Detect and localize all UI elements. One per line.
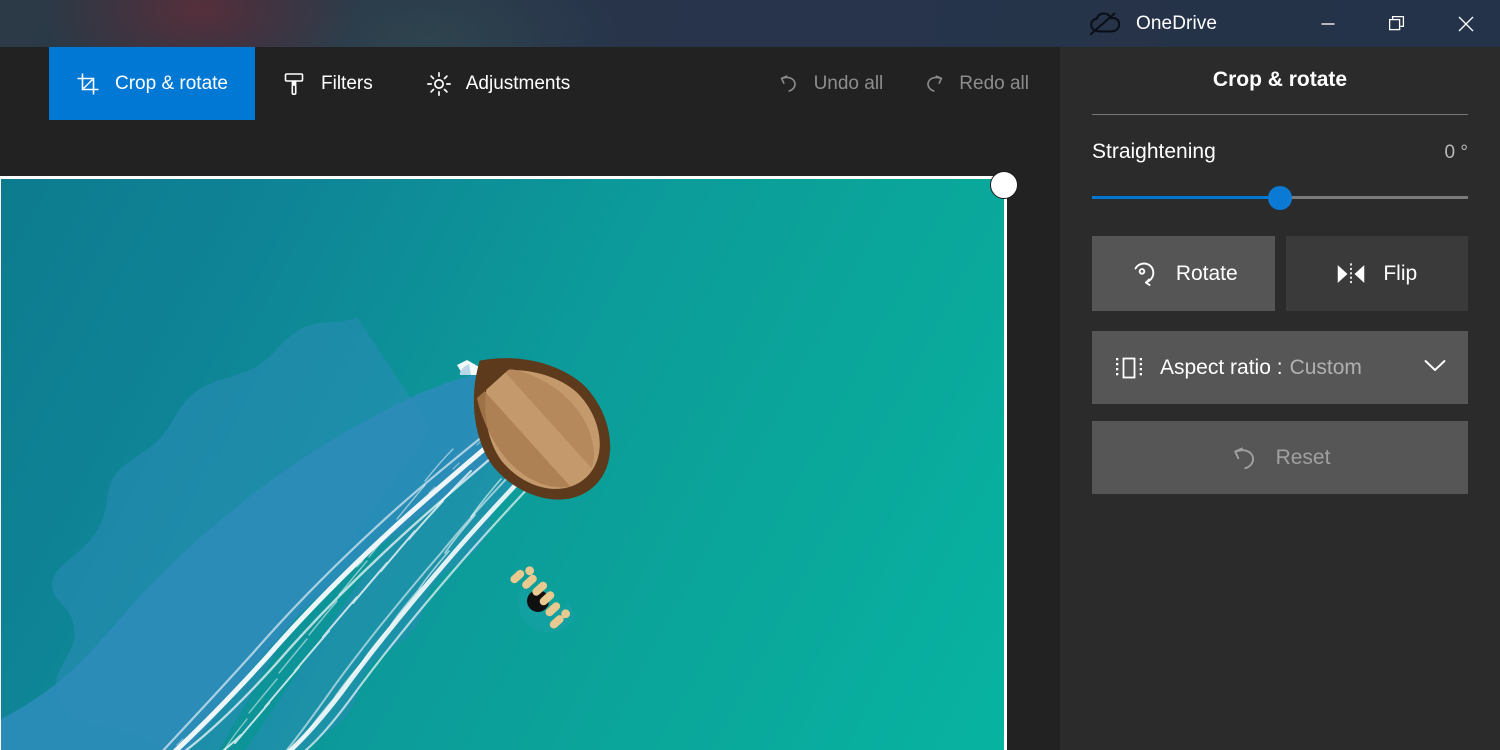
aspect-ratio-dropdown[interactable]: Aspect ratio : Custom xyxy=(1092,331,1468,404)
flip-button-label: Flip xyxy=(1383,262,1417,286)
straightening-row: Straightening 0 ° xyxy=(1092,140,1468,164)
crop-frame[interactable] xyxy=(0,176,1007,750)
tab-filters[interactable]: Filters xyxy=(255,47,400,120)
title-bar-drag-region[interactable] xyxy=(0,0,1500,47)
straightening-value: 0 ° xyxy=(1445,142,1468,164)
redo-all-label: Redo all xyxy=(959,73,1029,95)
title-bar: OneDrive xyxy=(0,0,1500,47)
tab-filters-label: Filters xyxy=(321,73,373,95)
onedrive-cloud-icon xyxy=(1089,12,1123,36)
rotate-button-label: Rotate xyxy=(1176,262,1238,286)
chevron-down-icon xyxy=(1424,358,1446,377)
minimize-icon[interactable] xyxy=(1293,0,1362,47)
app-identity: OneDrive xyxy=(1089,0,1217,47)
restore-icon[interactable] xyxy=(1362,0,1431,47)
aspect-ratio-icon xyxy=(1114,354,1144,382)
crop-handle-top-right[interactable] xyxy=(990,171,1018,199)
straightening-slider[interactable] xyxy=(1092,186,1468,210)
tab-crop-rotate[interactable]: Crop & rotate xyxy=(49,47,255,120)
app-title: OneDrive xyxy=(1136,13,1217,35)
window-controls xyxy=(1293,0,1500,47)
tab-adjustments-label: Adjustments xyxy=(466,73,571,95)
slider-fill xyxy=(1092,196,1280,199)
slider-thumb[interactable] xyxy=(1268,186,1292,210)
crop-icon xyxy=(76,72,100,96)
undo-all-button[interactable]: Undo all xyxy=(762,63,900,105)
rotate-icon xyxy=(1129,259,1159,289)
filters-brush-icon xyxy=(282,72,306,96)
rotate-button[interactable]: Rotate xyxy=(1092,236,1275,311)
redo-all-button[interactable]: Redo all xyxy=(907,63,1045,105)
straightening-label: Straightening xyxy=(1092,140,1216,164)
tab-crop-rotate-label: Crop & rotate xyxy=(115,73,228,95)
rotate-flip-row: Rotate Flip xyxy=(1092,236,1468,311)
aspect-ratio-value: Custom xyxy=(1290,356,1362,380)
undo-all-label: Undo all xyxy=(814,73,884,95)
reset-undo-icon xyxy=(1230,443,1260,473)
flip-button[interactable]: Flip xyxy=(1286,236,1469,311)
aspect-ratio-label: Aspect ratio : xyxy=(1160,356,1283,380)
redo-icon xyxy=(923,73,945,95)
flip-icon xyxy=(1336,259,1366,289)
history-actions: Undo all Redo all xyxy=(762,47,1045,120)
panel-title: Crop & rotate xyxy=(1092,68,1468,92)
reset-button-label: Reset xyxy=(1276,446,1331,470)
panel-divider xyxy=(1092,114,1468,115)
image-editor-canvas[interactable] xyxy=(0,120,1060,750)
tab-adjustments[interactable]: Adjustments xyxy=(400,47,598,120)
editor-tab-list: Crop & rotate Filters xyxy=(49,47,597,120)
photo-editor-window: OneDrive xyxy=(0,0,1500,750)
crop-rotate-panel: Crop & rotate Straightening 0 ° Rotate xyxy=(1060,47,1500,750)
editor-toolbar: Crop & rotate Filters xyxy=(0,47,1060,120)
close-icon[interactable] xyxy=(1431,0,1500,47)
reset-button[interactable]: Reset xyxy=(1092,421,1468,494)
undo-icon xyxy=(778,73,800,95)
photo-image xyxy=(1,179,1004,750)
brightness-icon xyxy=(427,72,451,96)
